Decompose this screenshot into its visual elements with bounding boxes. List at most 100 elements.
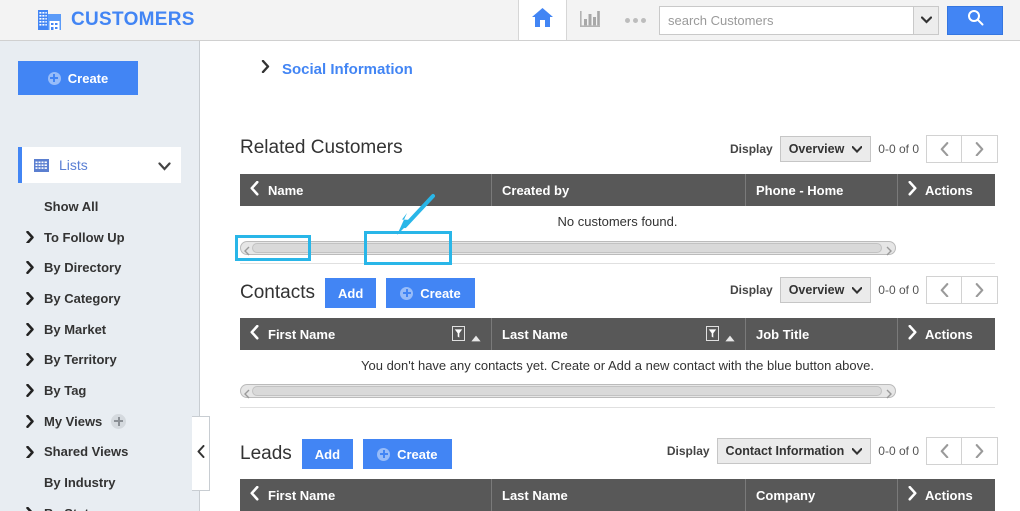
chevron-right-icon	[26, 291, 34, 308]
prev-page-button[interactable]	[926, 276, 962, 304]
scroll-left-arrow[interactable]	[243, 243, 251, 261]
home-button[interactable]	[518, 0, 567, 40]
sidebar-collapse-handle[interactable]	[192, 416, 210, 491]
ellipsis-icon	[632, 17, 638, 23]
contacts-add-button[interactable]: Add	[324, 278, 377, 308]
more-options-button[interactable]	[613, 0, 657, 40]
sidebar-item-to-follow-up[interactable]: To Follow Up	[0, 222, 200, 253]
chevron-right-icon	[26, 230, 34, 247]
column-header-name[interactable]: Name	[240, 174, 492, 206]
chevron-left-icon	[250, 181, 259, 198]
column-header-phone-home[interactable]: Phone - Home	[746, 174, 898, 206]
sidebar-item-label: By Territory	[44, 352, 117, 368]
scrollbar-thumb[interactable]	[252, 243, 882, 253]
search-input[interactable]	[659, 5, 913, 35]
horizontal-scrollbar-related-customers[interactable]	[240, 241, 896, 256]
chevron-down-icon	[158, 158, 171, 176]
plus-circle-icon	[47, 71, 61, 85]
scroll-right-arrow[interactable]	[885, 243, 893, 261]
column-header-first-name[interactable]: First Name	[240, 479, 492, 511]
search-button[interactable]	[947, 5, 1003, 35]
column-header-first-name[interactable]: First Name	[240, 318, 492, 350]
column-header-actions[interactable]: Actions	[898, 479, 995, 511]
leads-create-button[interactable]: Create	[363, 439, 452, 469]
column-header-created-by[interactable]: Created by	[492, 174, 746, 206]
prev-page-button[interactable]	[926, 437, 962, 465]
column-header-last-name[interactable]: Last Name	[492, 318, 746, 350]
button-label: Add	[337, 285, 364, 301]
sort-ascending-icon[interactable]	[471, 330, 481, 342]
section-header-contacts: Contacts Add Create	[240, 278, 475, 308]
search-scope-dropdown[interactable]	[913, 5, 939, 35]
sidebar-item-shared-views[interactable]: Shared Views	[0, 437, 200, 468]
create-button[interactable]: Create	[18, 61, 138, 95]
filter-icon[interactable]	[706, 326, 719, 341]
home-icon	[531, 7, 554, 33]
sidebar-item-label: To Follow Up	[44, 229, 125, 245]
display-select-related-customers[interactable]: Overview	[779, 136, 872, 162]
scroll-left-arrow[interactable]	[243, 386, 251, 404]
column-header-last-name[interactable]: Last Name	[492, 479, 746, 511]
chevron-right-icon	[26, 445, 34, 462]
plus-badge-icon[interactable]	[111, 413, 127, 429]
sidebar-item-label: By Industry	[44, 475, 116, 491]
chevron-right-icon	[261, 59, 270, 78]
related-customers-title: Related Customers	[240, 137, 403, 158]
leads-add-button[interactable]: Add	[301, 439, 354, 469]
section-header-related-customers: Related Customers	[240, 137, 403, 159]
column-header-actions[interactable]: Actions	[898, 174, 995, 206]
chevron-left-icon	[197, 444, 205, 463]
display-controls-contacts: Display Overview 0-0 of 0	[730, 276, 998, 304]
display-select-leads[interactable]: Contact Information	[716, 438, 872, 464]
filter-icon[interactable]	[452, 326, 465, 341]
grid-icon	[34, 158, 49, 172]
sidebar-item-by-territory[interactable]: By Territory	[0, 344, 200, 375]
reports-button[interactable]	[567, 0, 613, 40]
next-page-button[interactable]	[962, 437, 998, 465]
building-icon	[38, 9, 62, 31]
contacts-title: Contacts	[240, 282, 315, 303]
table-header-leads: First Name Last Name Company Actions	[240, 479, 995, 511]
chevron-right-icon	[908, 486, 917, 503]
sidebar-item-by-market[interactable]: By Market	[0, 314, 200, 345]
display-select-contacts[interactable]: Overview	[779, 277, 872, 303]
display-label: Display	[730, 142, 773, 156]
next-page-button[interactable]	[962, 135, 998, 163]
sidebar-item-lists[interactable]: Lists	[18, 147, 181, 183]
column-header-label: Created by	[502, 182, 570, 198]
sort-ascending-icon[interactable]	[725, 330, 735, 342]
scrollbar-thumb[interactable]	[252, 386, 882, 396]
sidebar-item-by-industry[interactable]: By Industry	[0, 467, 200, 498]
column-header-label: Last Name	[502, 326, 568, 342]
column-header-actions[interactable]: Actions	[898, 318, 995, 350]
sidebar-item-label: My Views	[44, 413, 103, 429]
column-header-job-title[interactable]: Job Title	[746, 318, 898, 350]
empty-state-message-related-customers: No customers found.	[557, 214, 678, 229]
scroll-right-arrow[interactable]	[885, 386, 893, 404]
plus-circle-icon	[377, 447, 391, 461]
record-count: 0-0 of 0	[878, 444, 919, 458]
sidebar-item-my-views[interactable]: My Views	[0, 406, 200, 437]
next-page-button[interactable]	[962, 276, 998, 304]
chevron-down-icon	[851, 142, 863, 156]
horizontal-scrollbar-contacts[interactable]	[240, 384, 896, 399]
social-information-section-toggle[interactable]: Social Information	[261, 59, 413, 78]
column-header-company[interactable]: Company	[746, 479, 898, 511]
sidebar-nav: Show All To Follow Up By Directory By Categ…	[0, 191, 200, 511]
contacts-create-button[interactable]: Create	[386, 278, 475, 308]
chevron-right-icon	[908, 325, 917, 342]
sidebar-item-by-directory[interactable]: By Directory	[0, 252, 200, 283]
column-header-label: First Name	[268, 326, 336, 342]
sidebar-item-by-tag[interactable]: By Tag	[0, 375, 200, 406]
column-header-label: Actions	[925, 182, 973, 198]
sidebar-item-label: Show All	[44, 198, 99, 214]
sidebar-item-show-all[interactable]: Show All	[0, 191, 200, 222]
chevron-left-icon	[250, 325, 259, 342]
top-bar-tools	[518, 0, 1003, 41]
prev-page-button[interactable]	[926, 135, 962, 163]
sidebar-item-label: By Category	[44, 290, 121, 306]
sidebar-item-by-status[interactable]: By Status	[0, 498, 200, 511]
sidebar-item-by-category[interactable]: By Category	[0, 283, 200, 314]
chevron-right-icon	[26, 322, 34, 339]
column-header-label: Phone - Home	[756, 182, 844, 198]
